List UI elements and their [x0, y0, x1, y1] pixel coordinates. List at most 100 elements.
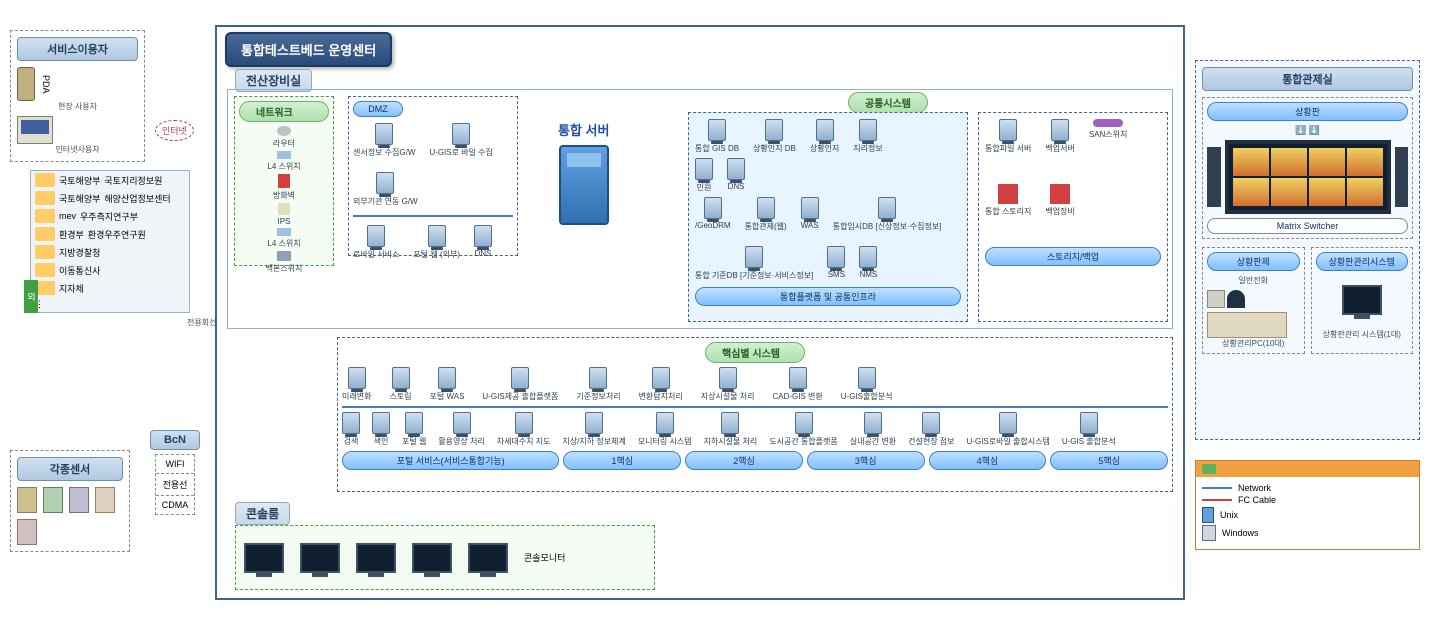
- server-icon: [757, 197, 775, 219]
- switch-icon: [277, 228, 291, 236]
- server-node: 지하시설물 처리: [704, 412, 758, 447]
- org-logo-icon: [35, 227, 55, 241]
- sensor-icon: [43, 487, 63, 513]
- server-node: 민원: [695, 158, 713, 193]
- board-box: 상황판 ⬇️ ⬇️ Matrix Switcher: [1202, 97, 1413, 239]
- pda-icon-node: [17, 67, 35, 101]
- storage-node: 통합 스토리지: [985, 184, 1031, 217]
- server-node: SMS: [827, 246, 845, 281]
- users-title: 서비스이용자: [17, 37, 138, 61]
- server-icon: [721, 412, 739, 434]
- server-icon: [342, 412, 360, 434]
- server-icon: [816, 119, 834, 141]
- network-item: IPS: [239, 203, 329, 226]
- network-item: 백본스위치: [239, 251, 329, 274]
- server-icon: [864, 412, 882, 434]
- server-icon: [727, 158, 745, 180]
- server-node: 지리정보: [853, 119, 882, 154]
- person-icon: [1227, 290, 1245, 308]
- dmz-box: DMZ 센서정보 수집G/W U-GIS로 바일 수집 외부기관 연동 G/W …: [348, 96, 518, 256]
- bcn-item: WIFI: [156, 455, 194, 474]
- server-icon: [453, 412, 471, 434]
- server-icon: [589, 367, 607, 389]
- network-item: 방화벽: [239, 174, 329, 201]
- server-node: 포털 웹 (외부): [413, 225, 460, 260]
- internet-user-label: 인터넷사용자: [17, 144, 138, 155]
- storage-icon: [998, 184, 1018, 204]
- integrated-server-label: 통합 서버: [558, 120, 609, 139]
- network-item: L4 스위치: [239, 151, 329, 172]
- ext-item: 국토해양부해양산업정보센터: [31, 189, 189, 207]
- server-node: WAS: [801, 197, 819, 232]
- storage-label: 스토리지/백업: [985, 247, 1161, 266]
- speaker-icon: [1207, 147, 1221, 207]
- service-users-section: 서비스이용자 PDA 현장 사용자 인터넷사용자: [10, 30, 145, 162]
- server-node: 검색: [342, 412, 360, 447]
- server-node: U-GIS로바일 출합시스템: [967, 412, 1050, 447]
- server-icon: [474, 225, 492, 247]
- legend-row: FC Cable: [1202, 495, 1413, 505]
- server-node: 포털 웹: [402, 412, 426, 447]
- sensor-icon: [17, 519, 37, 545]
- console-title: 콘솔룸: [235, 502, 290, 525]
- windows-icon: [1202, 525, 1216, 541]
- control-box-title: 상황판제: [1207, 252, 1300, 271]
- server-icon: [392, 367, 410, 389]
- common-system-box: 공통시스템 통합 GIS DB 상황인지 DB 상황인지 지리정보 민원 DNS…: [688, 92, 1178, 324]
- server-node: 스토림: [389, 367, 411, 402]
- server-node: 도시공간 통합플랫폼: [769, 412, 837, 447]
- bcn-item: CDMA: [156, 496, 194, 514]
- bcn-box: WIFI 전용선 CDMA: [155, 454, 195, 515]
- storage-icon: [1050, 184, 1070, 204]
- monitor-icon: [244, 543, 284, 573]
- server-node: U-GIS출합분석: [841, 367, 893, 402]
- bcn-item: 전용선: [156, 474, 194, 496]
- sensor-section: 각종센서: [10, 450, 130, 552]
- org-logo-icon: [35, 281, 55, 295]
- server-icon: [859, 246, 877, 268]
- core-group: 1핵심: [563, 451, 681, 470]
- server-node: 미래변화: [342, 367, 371, 402]
- server-node: 차세대수치 지도: [497, 412, 551, 447]
- board-title: 상황판: [1207, 102, 1408, 121]
- network-line-icon: [1202, 487, 1232, 489]
- server-icon: [859, 119, 877, 141]
- server-icon: [704, 197, 722, 219]
- core-group: 포털 서비스(서비스통합기능): [342, 451, 559, 470]
- server-icon: [827, 246, 845, 268]
- org-logo-icon: [35, 263, 55, 277]
- workstation-icon: [1207, 312, 1287, 338]
- server-icon: [1051, 119, 1069, 141]
- network-item: L4 스위치: [239, 228, 329, 249]
- switch-icon: [277, 151, 291, 159]
- server-node: 통합임시DB [신상정보·수집정보]: [833, 197, 942, 232]
- server-icon: [795, 412, 813, 434]
- phone-icon: [1207, 290, 1225, 308]
- fc-line-icon: [1202, 499, 1232, 501]
- control-room-section: 통합관제실 상황판 ⬇️ ⬇️ Matrix Switcher 상황판제 일반전…: [1195, 60, 1420, 440]
- server-node: NMS: [859, 246, 877, 281]
- server-icon: [1080, 412, 1098, 434]
- network-box: 네트워크 라우터 L4 스위치 방화벽 IPS L4 스위치 백본스위치: [234, 96, 334, 266]
- field-user-label: 현장 사용자: [17, 101, 138, 112]
- console-label: 콘솔모니터: [524, 551, 565, 564]
- core-title: 핵심별 시스템: [705, 342, 805, 363]
- server-node: 통합파일 서버: [985, 119, 1031, 154]
- backbone-icon: [277, 251, 291, 261]
- server-node: 건설현장 점보: [908, 412, 954, 447]
- server-icon: [585, 412, 603, 434]
- server-icon: [511, 367, 529, 389]
- legend-row: Unix: [1202, 507, 1413, 523]
- speaker-icon: [1395, 147, 1409, 207]
- server-icon: [375, 123, 393, 145]
- core-group: 3핵심: [807, 451, 925, 470]
- server-node: U-GIS 출합분석: [1062, 412, 1116, 447]
- mgmt-item-label: 상황판관리 시스템(1대): [1316, 329, 1409, 340]
- phone-label: 일반전화: [1207, 275, 1300, 286]
- server-node: 실내공간 변환: [850, 412, 896, 447]
- common-title: 공통시스템: [848, 92, 928, 113]
- server-node: DNS: [727, 158, 745, 193]
- control-room-title: 통합관제실: [1202, 67, 1413, 91]
- mgmt-title: 상황판관리시스템: [1316, 252, 1409, 271]
- integrated-server-block: 통합 서버: [558, 120, 609, 225]
